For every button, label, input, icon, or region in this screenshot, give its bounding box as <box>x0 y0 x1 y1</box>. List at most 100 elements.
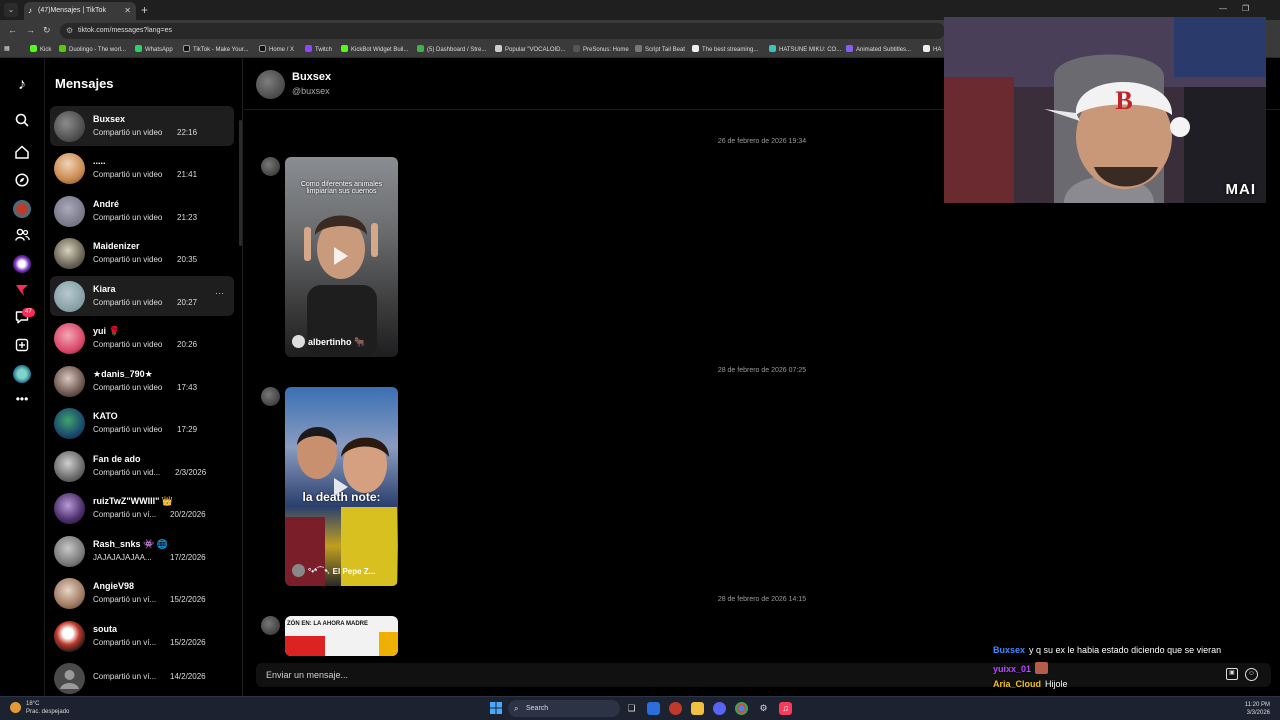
shared-video-card[interactable]: la death note: °•*⁀➷ El Pepe Z... <box>285 387 398 586</box>
bookmark-item[interactable]: Script Tail Beat <box>635 45 685 53</box>
gif-icon[interactable]: ▣ <box>1226 668 1238 680</box>
profile-avatar-icon[interactable] <box>13 365 31 383</box>
conversation-item[interactable]: souta Compartió un ví... 15/2/2026 <box>50 616 234 656</box>
tab-search-button[interactable]: ⌄ <box>4 3 18 17</box>
url-text: tiktok.com/messages?lang=es <box>78 27 172 34</box>
play-icon[interactable] <box>334 247 348 265</box>
conversation-time: 20/2/2026 <box>170 510 206 519</box>
chat-username: yuixx_01 <box>993 664 1032 674</box>
conversation-time: 2/3/2026 <box>175 468 207 477</box>
conversation-item[interactable]: Rash_snks 👾 🌐 JAJAJAJAJAA... 17/2/2026 <box>50 531 234 571</box>
avatar[interactable] <box>261 387 280 406</box>
conversation-item[interactable]: Maidenizer Compartió un video 20:35 <box>50 233 234 273</box>
site-info-icon[interactable]: ⚙ <box>66 23 73 39</box>
shared-video-card[interactable]: Como diferentes animales limpiarían sus … <box>285 157 398 357</box>
conversation-item[interactable]: AngieV98 Compartió un ví... 15/2/2026 <box>50 573 234 613</box>
bookmark-item[interactable]: Animated Subtitles... <box>846 45 911 53</box>
taskbar-clock[interactable]: 11:20 PM 3/3/2026 <box>1245 701 1270 717</box>
tiktok-logo-icon[interactable]: ♪ <box>13 76 31 94</box>
conversation-item[interactable]: ..... Compartió un video 21:41 <box>50 148 234 188</box>
conversation-item[interactable]: Kiara Compartió un video 20:27 ··· <box>50 276 234 316</box>
bookmark-item[interactable]: Popular "VOCALOID... <box>495 45 566 53</box>
more-icon[interactable]: ••• <box>13 390 31 408</box>
address-bar[interactable]: ⚙ tiktok.com/messages?lang=es <box>60 23 945 39</box>
conversation-item[interactable]: ★danis_790★ Compartió un video 17:43 <box>50 361 234 401</box>
conversation-item[interactable]: yui 🌹 Compartió un video 20:26 <box>50 318 234 358</box>
conversation-item[interactable]: Buxsex Compartió un video 22:16 <box>50 106 234 146</box>
edge-icon[interactable] <box>647 702 660 715</box>
tiktok-favicon-icon: ♪ <box>28 6 32 15</box>
avatar <box>54 578 85 609</box>
bookmark-item[interactable]: Home / X <box>259 45 294 53</box>
opera-icon[interactable] <box>669 702 682 715</box>
conversation-preview: Compartió un video <box>93 383 163 392</box>
bookmark-item[interactable]: The best streaming... <box>692 45 758 53</box>
avatar[interactable] <box>261 616 280 635</box>
upload-icon[interactable] <box>13 338 31 356</box>
following-avatar-icon[interactable] <box>13 200 31 218</box>
shared-video-card[interactable]: ZÓN EN: LA AHORA MADRE <box>285 616 398 656</box>
conversation-item[interactable]: André Compartió un video 21:23 <box>50 191 234 231</box>
chrome-icon[interactable] <box>735 702 748 715</box>
avatar <box>54 111 85 142</box>
conversation-item[interactable]: Fan de ado Compartió un vid... 2/3/2026 <box>50 446 234 486</box>
avatar <box>54 196 85 227</box>
live-avatar-icon[interactable] <box>13 255 31 273</box>
emoji-icon[interactable]: ☺ <box>1245 668 1258 681</box>
conversation-name: KATO <box>93 411 118 421</box>
friends-icon[interactable] <box>13 228 31 246</box>
bookmark-item[interactable]: PreSonus: Home <box>573 45 629 53</box>
home-icon[interactable] <box>13 145 31 163</box>
conversation-item[interactable]: Compartió un ví... 14/2/2026 <box>50 658 234 696</box>
back-icon[interactable]: ← <box>8 25 17 35</box>
contact-name[interactable]: Buxsex <box>292 71 331 83</box>
bookmark-item[interactable]: Twitch <box>305 45 332 53</box>
bookmark-item[interactable]: KickBot Widget Buil... <box>341 45 408 53</box>
chat-username: Buxsex <box>993 645 1026 655</box>
conversation-item[interactable]: KATO Compartió un video 17:29 <box>50 403 234 443</box>
bookmark-item[interactable]: HA <box>923 45 941 53</box>
activity-icon[interactable] <box>13 283 31 301</box>
bookmark-item[interactable]: WhatsApp <box>135 45 173 53</box>
taskbar-search[interactable]: ⌕ Search <box>508 700 620 717</box>
conversation-preview: Compartió un ví... <box>93 638 157 647</box>
conversation-time: 14/2/2026 <box>170 672 206 681</box>
apps-icon[interactable]: ▦ <box>4 45 10 52</box>
search-icon[interactable] <box>13 113 31 131</box>
avatar <box>54 281 85 312</box>
maximize-icon[interactable]: ❐ <box>1242 4 1249 13</box>
bookmark-item[interactable]: TikTok - Make Your... <box>183 45 248 53</box>
weather-icon <box>10 702 21 713</box>
start-icon[interactable] <box>489 702 502 715</box>
bookmark-item[interactable]: Duolingo - The worl... <box>59 45 126 53</box>
settings-icon[interactable]: ⚙ <box>757 702 770 715</box>
music-app-icon[interactable]: ♫ <box>779 702 792 715</box>
conversation-time: 20:26 <box>177 340 198 349</box>
message-composer: ▣ ☺ <box>256 663 1271 687</box>
minimize-icon[interactable]: — <box>1219 4 1227 13</box>
bookmark-item[interactable]: HATSUNE MIKU: CO... <box>769 45 841 53</box>
avatar[interactable] <box>256 70 285 99</box>
bookmark-item[interactable]: (5) Dashboard / Stre... <box>417 45 486 53</box>
conversation-time: 22:16 <box>177 128 198 137</box>
reload-icon[interactable]: ↻ <box>43 25 51 36</box>
new-tab-button[interactable]: + <box>141 2 148 18</box>
task-view-icon[interactable]: ❏ <box>625 702 638 715</box>
forward-icon[interactable]: → <box>26 25 35 35</box>
conversation-name: Buxsex <box>93 114 126 124</box>
conversation-time: 17:43 <box>177 383 198 392</box>
bookmark-item[interactable]: Kick <box>30 45 51 53</box>
discord-icon[interactable] <box>713 702 726 715</box>
webcam-feed-image: B <box>944 17 1266 203</box>
conversation-name: yui 🌹 <box>93 326 120 336</box>
conversation-time: 15/2/2026 <box>170 595 206 604</box>
avatar[interactable] <box>261 157 280 176</box>
play-icon[interactable] <box>334 478 348 496</box>
more-options-icon[interactable]: ··· <box>215 288 224 298</box>
file-explorer-icon[interactable] <box>691 702 704 715</box>
conversation-scrollbar[interactable] <box>239 120 242 246</box>
explore-compass-icon[interactable] <box>13 173 31 191</box>
conversation-item[interactable]: ruizTwZ"WWIII" 👑 Compartió un ví... 20/2… <box>50 488 234 528</box>
close-tab-icon[interactable]: ✕ <box>124 2 131 20</box>
browser-tab-tiktok[interactable]: ♪ (47)Mensajes | TikTok ✕ <box>24 2 136 20</box>
